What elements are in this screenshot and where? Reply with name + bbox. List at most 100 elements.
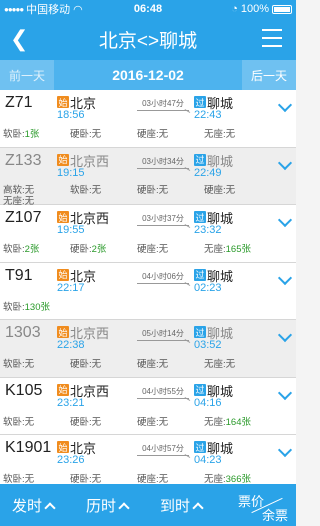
seat-availability: 软卧:无 bbox=[70, 184, 102, 196]
train-code: 1303 bbox=[5, 324, 41, 341]
travel-duration: 03小时37分 bbox=[137, 213, 189, 226]
travel-duration: 03小时47分 bbox=[137, 98, 189, 111]
travel-duration: 04小时57分 bbox=[137, 443, 189, 456]
arrival-time: 04:16 bbox=[194, 396, 222, 409]
train-code: Z133 bbox=[5, 151, 42, 169]
pass-station-badge: 过 bbox=[194, 211, 206, 223]
current-date[interactable]: 2016-12-02 bbox=[54, 60, 242, 90]
battery-icon bbox=[272, 4, 292, 14]
seat-availability: 硬座:无 bbox=[137, 474, 169, 485]
start-station-badge: 始 bbox=[57, 383, 69, 396]
start-station-badge: 始 bbox=[57, 268, 69, 281]
next-day-button[interactable]: 后一天 bbox=[242, 60, 296, 90]
pass-station-badge: 过 bbox=[194, 268, 206, 281]
arrival-time: 22:43 bbox=[194, 109, 222, 121]
departure-time: 22:17 bbox=[57, 281, 85, 294]
seat-availability: 硬座:无 bbox=[137, 129, 169, 140]
seat-availability: 软卧:130张 bbox=[3, 301, 50, 313]
seat-availability: 无座:无 bbox=[204, 359, 236, 370]
train-row[interactable]: T91 始北京 22:17 04小时06分过聊城 02:23 软卧:130张 bbox=[0, 262, 296, 320]
train-row[interactable]: Z71 始北京 18:56 03小时47分过聊城 22:43 软卧:1张 硬卧:无 硬座:无无… bbox=[0, 90, 296, 148]
seat-availability: 软卧:无 bbox=[3, 359, 35, 370]
seat-availability: 硬卧:无 bbox=[137, 184, 169, 196]
start-station-badge: 始 bbox=[57, 211, 69, 223]
sort-arrive-button[interactable]: 到时 bbox=[160, 495, 204, 516]
train-row[interactable]: K105 始北京西 23:21 04小时55分过聊城 04:16 软卧:无 硬卧:无 硬座:无… bbox=[0, 377, 296, 435]
nav-bar: ❮ 北京<>聊城 bbox=[0, 18, 296, 60]
seat-availability: 硬座:无 bbox=[204, 184, 236, 196]
seat-availability: 硬座:无 bbox=[137, 244, 169, 255]
status-bar: ●●●●● 中国移动 ◠ 06:48 ◔ 100% bbox=[0, 0, 296, 18]
chevron-down-icon[interactable] bbox=[277, 385, 293, 400]
prev-day-button[interactable]: 前一天 bbox=[0, 60, 54, 90]
pass-station-badge: 过 bbox=[194, 441, 206, 453]
menu-icon[interactable] bbox=[262, 29, 282, 53]
sort-duration-button[interactable]: 历时 bbox=[86, 495, 130, 516]
seat-availability: 软卧:无 bbox=[3, 474, 35, 485]
chevron-down-icon[interactable] bbox=[277, 442, 293, 458]
chevron-down-icon[interactable] bbox=[277, 97, 293, 113]
date-bar: 前一天 2016-12-02 后一天 bbox=[0, 60, 296, 90]
travel-duration: 03小时34分 bbox=[137, 156, 189, 169]
train-list: Z71 始北京 18:56 03小时47分过聊城 22:43 软卧:1张 硬卧:无 硬座:无无… bbox=[0, 90, 296, 494]
train-code: Z71 bbox=[5, 94, 33, 111]
price-remaining-toggle[interactable]: 票价 余票 bbox=[236, 488, 290, 524]
seat-availability: 无座:无 bbox=[204, 129, 236, 140]
seat-availability: 硬卧:无 bbox=[70, 474, 102, 485]
seat-availability: 硬座:无 bbox=[137, 416, 169, 428]
pass-station-badge: 过 bbox=[194, 383, 206, 396]
seat-availability: 无座:164张 bbox=[204, 416, 251, 428]
train-row[interactable]: 1303 始北京西 22:38 05小时14分过聊城 03:52 软卧:无 硬卧:无 硬座:无… bbox=[0, 320, 296, 378]
departure-time: 18:56 bbox=[57, 109, 85, 121]
departure-time: 23:21 bbox=[57, 396, 85, 409]
seat-availability: 软卧:无 bbox=[3, 416, 35, 428]
start-station-badge: 始 bbox=[57, 96, 69, 108]
chevron-up-icon bbox=[192, 501, 204, 514]
sort-bar: 发时 历时 到时 票价 余票 bbox=[0, 484, 296, 526]
chevron-down-icon[interactable] bbox=[277, 327, 293, 343]
seat-availability: 硬卧:无 bbox=[70, 129, 102, 140]
sort-arrive-label: 到时 bbox=[160, 497, 191, 515]
train-code: K105 bbox=[5, 381, 43, 399]
seat-availability: 软卧:2张 bbox=[3, 244, 40, 255]
travel-duration: 04小时55分 bbox=[137, 386, 189, 399]
departure-time: 19:15 bbox=[57, 166, 85, 179]
train-row[interactable]: Z107 始北京西 19:55 03小时37分过聊城 23:32 软卧:2张 硬卧:2张 硬座… bbox=[0, 205, 296, 263]
chevron-down-icon[interactable] bbox=[277, 270, 293, 285]
seat-availability: 硬卧:无 bbox=[70, 359, 102, 370]
chevron-down-icon[interactable] bbox=[277, 155, 293, 170]
pass-station-badge: 过 bbox=[194, 153, 206, 166]
start-station-badge: 始 bbox=[57, 326, 69, 338]
arrival-time: 02:23 bbox=[194, 281, 222, 294]
seat-availability: 无座:165张 bbox=[204, 244, 251, 255]
sort-duration-label: 历时 bbox=[86, 497, 117, 515]
start-station-badge: 始 bbox=[57, 153, 69, 166]
chevron-up-icon bbox=[44, 501, 56, 514]
departure-time: 23:26 bbox=[57, 454, 85, 466]
train-row[interactable]: Z133 始北京西 19:15 03小时34分过聊城 22:49 高软:无 软卧:无 硬卧:无… bbox=[0, 147, 296, 207]
pass-station-badge: 过 bbox=[194, 326, 206, 338]
seat-availability: 软卧:1张 bbox=[3, 129, 40, 140]
chevron-down-icon[interactable] bbox=[277, 212, 293, 228]
chevron-up-icon bbox=[118, 501, 130, 514]
train-code: T91 bbox=[5, 266, 33, 284]
arrival-time: 03:52 bbox=[194, 339, 222, 351]
seat-availability: 硬卧:无 bbox=[70, 416, 102, 428]
sort-depart-button[interactable]: 发时 bbox=[12, 495, 56, 516]
travel-duration: 05小时14分 bbox=[137, 328, 189, 341]
train-code: K1901 bbox=[5, 439, 52, 456]
departure-time: 22:38 bbox=[57, 339, 85, 351]
arrival-time: 23:32 bbox=[194, 224, 222, 236]
back-icon[interactable]: ❮ bbox=[10, 26, 28, 52]
seat-availability: 硬座:无 bbox=[137, 359, 169, 370]
seat-availability: 硬卧:2张 bbox=[70, 244, 107, 255]
seat-availability: 无座:366张 bbox=[204, 474, 251, 485]
travel-duration: 04小时06分 bbox=[137, 271, 189, 284]
arrival-time: 04:23 bbox=[194, 454, 222, 466]
departure-time: 19:55 bbox=[57, 224, 85, 236]
start-station-badge: 始 bbox=[57, 441, 69, 453]
page-title: 北京<>聊城 bbox=[98, 30, 198, 52]
arrival-time: 22:49 bbox=[194, 166, 222, 179]
train-code: Z107 bbox=[5, 209, 42, 226]
sort-depart-label: 发时 bbox=[12, 497, 43, 515]
